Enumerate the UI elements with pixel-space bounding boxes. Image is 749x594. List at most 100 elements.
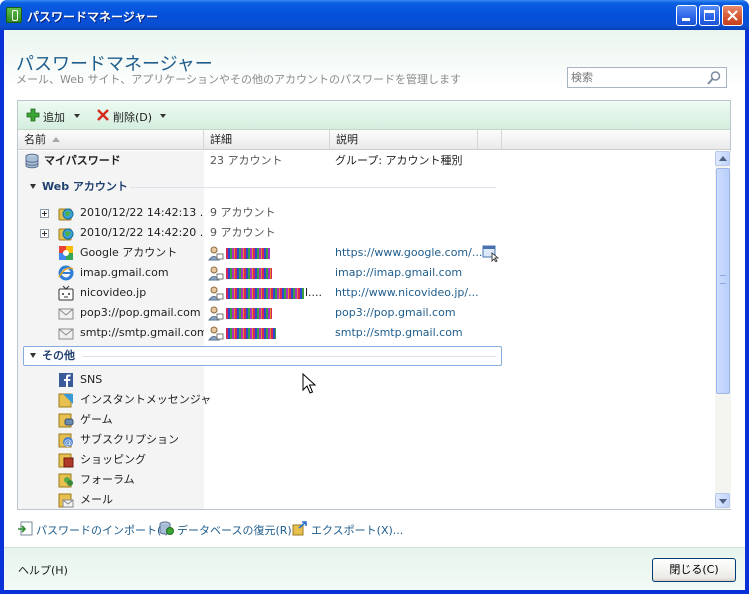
group-title-other: その他: [42, 349, 75, 362]
maximize-icon: [704, 10, 715, 21]
account-row[interactable]: Google アカウント https://www.google.com/...: [18, 243, 714, 263]
user-icon: [208, 326, 224, 341]
list-item[interactable]: ゲーム: [18, 410, 714, 430]
client-area: パスワードマネージャー メール、Web サイト、アプリケーションやその他のアカウ…: [4, 30, 745, 590]
column-detail[interactable]: 詳細: [204, 130, 330, 149]
root-detail: 23 アカウント: [210, 154, 283, 167]
user-icon: [208, 286, 224, 301]
add-plus-icon: [26, 108, 40, 122]
account-list: マイパスワード 23 アカウント グループ: アカウント種別 Web アカウント: [18, 151, 714, 509]
svg-text:@: @: [64, 438, 72, 447]
group-header-other[interactable]: その他: [18, 346, 714, 366]
vertical-scrollbar[interactable]: [715, 151, 731, 509]
subscription-icon: @: [58, 433, 73, 448]
import-icon: [18, 521, 33, 536]
list-item[interactable]: 2010/12/22 14:42:13 ... 9 アカウント: [18, 203, 714, 223]
masked-username: [226, 248, 270, 259]
expand-plus-icon[interactable]: [40, 209, 49, 218]
title-bar[interactable]: パスワードマネージャー: [0, 0, 749, 30]
account-row[interactable]: nicovideo.jp l.... http://www.nicovideo.…: [18, 283, 714, 303]
column-header: 名前 詳細 説明: [18, 130, 730, 150]
delete-button[interactable]: 削除(D): [96, 108, 168, 124]
export-link[interactable]: エクスポート(X)...: [292, 520, 403, 538]
close-window-button[interactable]: [722, 5, 743, 26]
list-item[interactable]: ショッピング: [18, 450, 714, 470]
collapse-arrow-icon[interactable]: [30, 353, 36, 358]
group-title-web: Web アカウント: [42, 180, 128, 193]
scroll-thumb[interactable]: [716, 168, 730, 394]
window-title: パスワードマネージャー: [27, 10, 159, 24]
restore-database-icon: [159, 521, 174, 535]
account-row[interactable]: imap.gmail.com imap://imap.gmail.com: [18, 263, 714, 283]
database-icon: [25, 153, 39, 169]
root-description: グループ: アカウント種別: [335, 154, 463, 167]
page-subtitle: メール、Web サイト、アプリケーションやその他のアカウントのパスワードを管理し…: [16, 73, 462, 86]
edit-window-icon[interactable]: [482, 245, 500, 262]
mouse-cursor-icon: [302, 373, 316, 394]
close-x-icon: [727, 10, 738, 21]
scroll-down-button[interactable]: [715, 493, 730, 508]
account-url[interactable]: pop3://pop.gmail.com: [335, 303, 485, 323]
account-row[interactable]: pop3://pop.gmail.com pop3://pop.gmail.co…: [18, 303, 714, 323]
column-description[interactable]: 説明: [330, 130, 478, 149]
help-link[interactable]: ヘルプ(H): [18, 562, 68, 578]
search-box[interactable]: [567, 67, 727, 88]
user-icon: [208, 266, 224, 281]
mail-folder-icon: [58, 493, 74, 508]
restore-database-link[interactable]: データベースの復元(R): [158, 520, 292, 538]
ie-icon: [58, 265, 74, 281]
search-icon[interactable]: [706, 70, 722, 86]
footer: ヘルプ(H) 閉じる(C): [4, 547, 745, 590]
facebook-icon: [59, 373, 73, 387]
chevron-down-icon: [74, 114, 80, 118]
expand-plus-icon[interactable]: [40, 229, 49, 238]
toolbar: 追加 削除(D): [18, 101, 730, 130]
game-icon: [58, 413, 74, 428]
mail-icon: [58, 308, 74, 320]
user-icon: [208, 306, 224, 321]
account-url[interactable]: imap://imap.gmail.com: [335, 263, 485, 283]
app-window: パスワードマネージャー パスワードマネージャー メール、Web サイト、アプリケ…: [0, 0, 749, 594]
list-item[interactable]: 2010/12/22 14:42:20 ... 9 アカウント: [18, 223, 714, 243]
export-icon: [292, 521, 307, 536]
bottom-links: パスワードのインポート(I) データベースの復元(R) エクスポート(X)...: [17, 520, 731, 538]
nicovideo-icon: [58, 285, 74, 301]
app-key-icon: [6, 7, 22, 23]
masked-username: [226, 308, 272, 319]
list-item[interactable]: フォーラム: [18, 470, 714, 490]
folder-globe-icon: [58, 228, 74, 241]
shopping-icon: [58, 453, 74, 468]
account-row[interactable]: smtp://smtp.gmail.com smtp://smtp.gmail.…: [18, 323, 714, 343]
masked-username: [226, 328, 276, 339]
close-button[interactable]: 閉じる(C): [652, 558, 736, 582]
import-passwords-link[interactable]: パスワードのインポート(I): [17, 520, 169, 538]
add-button[interactable]: 追加: [26, 108, 80, 124]
column-extra[interactable]: [478, 130, 502, 149]
account-url[interactable]: http://www.nicovideo.jp/...: [335, 283, 485, 303]
delete-x-icon: [97, 109, 109, 121]
search-input[interactable]: [568, 68, 702, 87]
scroll-up-button[interactable]: [715, 151, 730, 166]
column-name[interactable]: 名前: [18, 130, 204, 149]
root-name: マイパスワード: [44, 154, 121, 167]
list-item[interactable]: SNS: [18, 370, 714, 390]
list-item[interactable]: インスタントメッセンジャー: [18, 390, 714, 410]
minimize-button[interactable]: [676, 5, 697, 26]
list-item[interactable]: @ サブスクリプション: [18, 430, 714, 450]
maximize-button[interactable]: [699, 5, 720, 26]
account-url[interactable]: https://www.google.com/...: [335, 243, 485, 263]
minimize-icon: [682, 18, 690, 21]
mail-icon: [58, 328, 74, 340]
collapse-arrow-icon[interactable]: [30, 184, 36, 189]
list-item[interactable]: メール: [18, 490, 714, 509]
masked-username: [226, 268, 272, 279]
root-row[interactable]: マイパスワード 23 アカウント グループ: アカウント種別: [18, 151, 714, 171]
accounts-panel: 追加 削除(D) 名前 詳細 説明 マイパスワード 23 アカウント グループ:…: [17, 100, 731, 510]
google-icon: [59, 246, 73, 260]
account-url[interactable]: smtp://smtp.gmail.com: [335, 323, 485, 343]
forum-icon: [58, 473, 73, 488]
masked-username: [226, 288, 304, 299]
folder-globe-icon: [58, 208, 74, 221]
group-header-web[interactable]: Web アカウント: [18, 177, 714, 197]
messenger-icon: [58, 393, 73, 408]
